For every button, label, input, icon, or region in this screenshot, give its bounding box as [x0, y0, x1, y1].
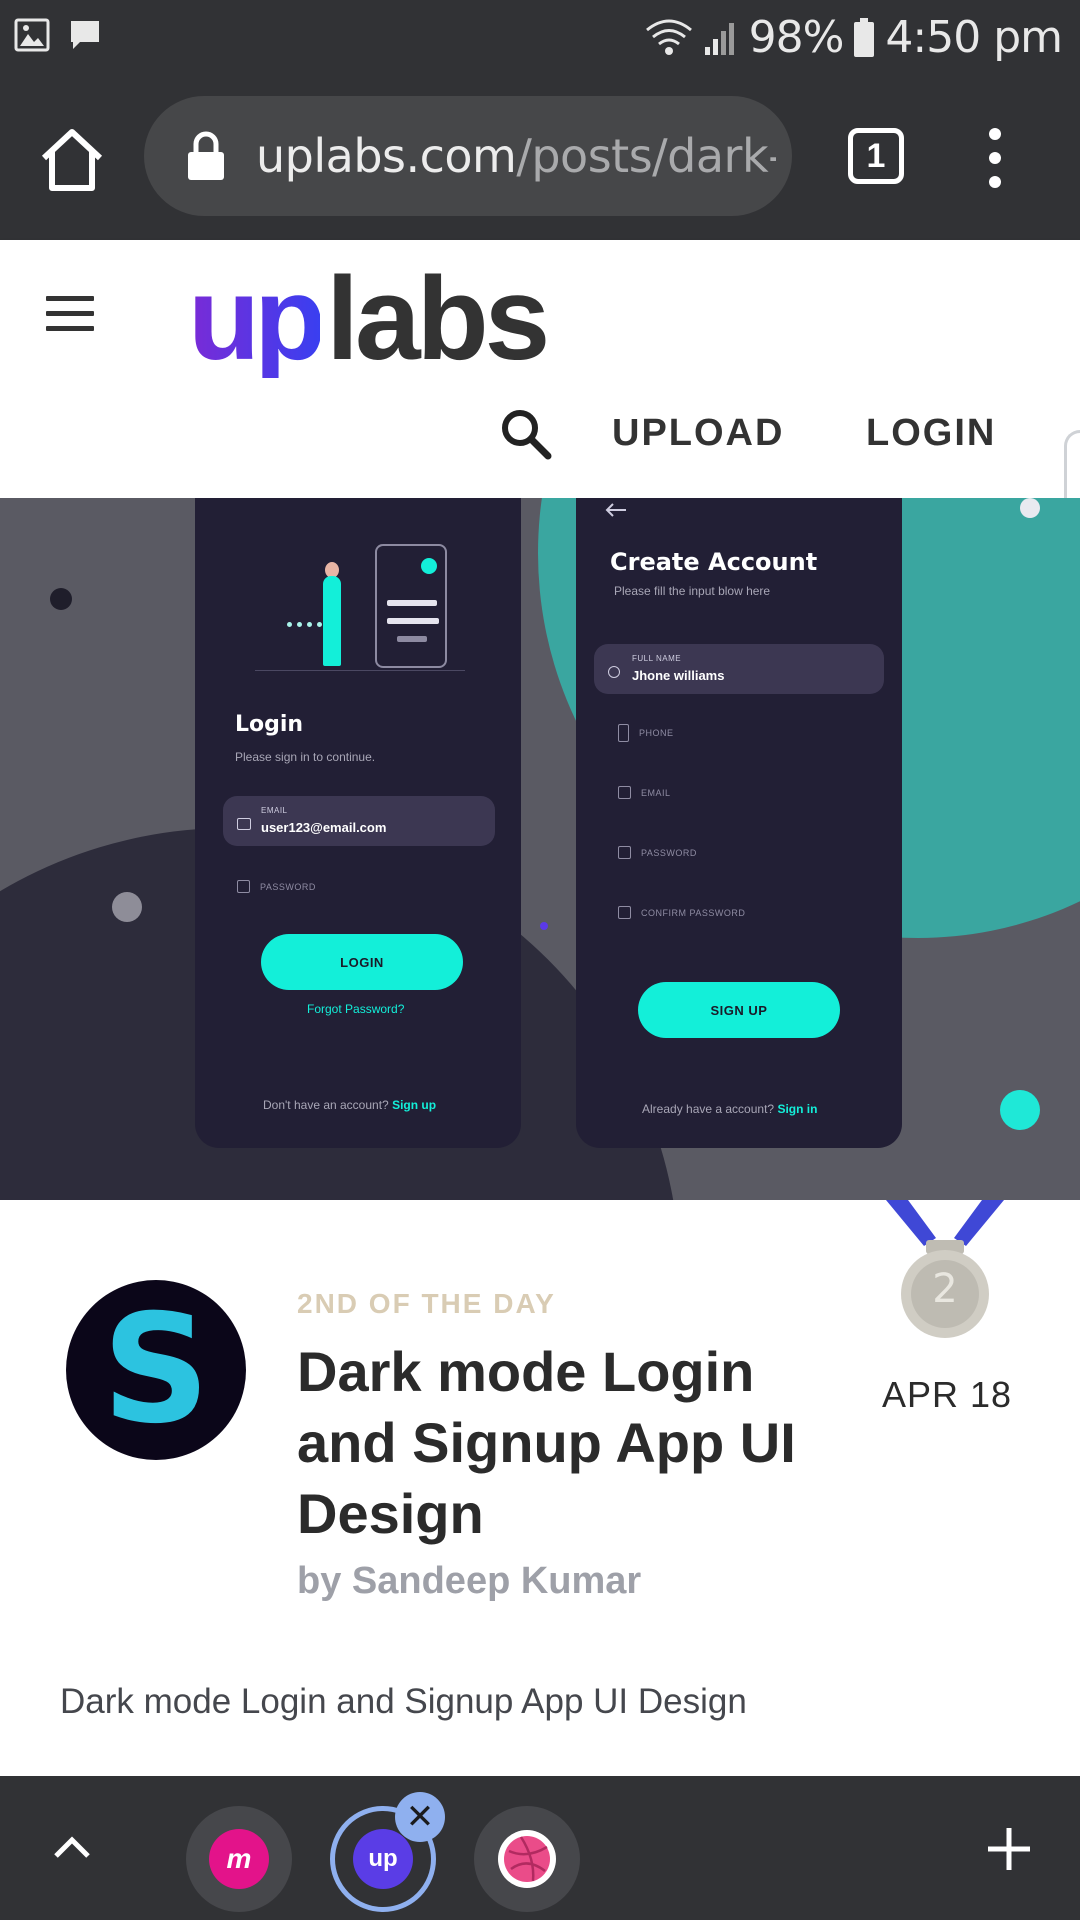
phone-label: PHONE	[639, 728, 674, 738]
post-title: Dark mode Login and Signup App UI Design	[297, 1340, 796, 1545]
nav-upload-link[interactable]: UPLOAD	[612, 412, 784, 455]
status-bar: 98% 4:50 pm	[0, 0, 1080, 80]
close-symbol: ✕	[405, 1798, 435, 1836]
bottom-tab-bar: m up ✕	[0, 1776, 1080, 1920]
person-icon	[608, 666, 620, 678]
illustration-person	[323, 576, 341, 666]
forgot-password-link: Forgot Password?	[307, 1002, 405, 1016]
email-value: user123@email.com	[261, 820, 387, 835]
signup-footer-text: Already have a account?	[642, 1102, 775, 1116]
fullname-field: FULL NAME Jhone williams	[594, 644, 884, 694]
lock-icon	[188, 131, 224, 180]
illustration-ground	[255, 670, 465, 671]
post-date: APR 18	[882, 1374, 1013, 1415]
close-icon[interactable]: ✕	[395, 1792, 445, 1842]
lock-icon	[237, 880, 250, 893]
logo-labs: labs	[326, 253, 550, 385]
decor-dot	[50, 588, 72, 610]
email-field: EMAIL	[618, 786, 671, 799]
marvel-icon: m	[209, 1829, 269, 1889]
phone-field: PHONE	[618, 724, 674, 742]
rank-label: 2ND OF THE DAY	[297, 1288, 556, 1319]
search-icon[interactable]	[498, 406, 554, 462]
signup-screen-mockup: Create Account Please fill the input blo…	[576, 498, 902, 1148]
url-domain: uplabs.com	[256, 129, 517, 183]
password-label: PASSWORD	[260, 881, 316, 892]
site-header: up labs UPLOAD LOGIN	[0, 240, 1080, 498]
signup-email-label: EMAIL	[641, 787, 671, 798]
tab-dribbble[interactable]	[474, 1806, 580, 1912]
nav-login-link[interactable]: LOGIN	[866, 412, 996, 455]
logo-up: up	[188, 253, 326, 385]
fullname-value: Jhone williams	[632, 668, 725, 683]
signin-link: Sign in	[777, 1102, 818, 1116]
author-avatar[interactable]: S	[66, 1280, 246, 1460]
uplabs-logo[interactable]: up labs	[188, 253, 550, 385]
lock-icon	[618, 846, 631, 859]
tab-marvel[interactable]: m	[186, 1806, 292, 1912]
fullname-label: FULL NAME	[632, 654, 682, 663]
signup-button: SIGN UP	[638, 982, 840, 1038]
browser-toolbar: uplabs.com/posts/dark- 1	[0, 80, 1080, 240]
tabs-icon[interactable]: 1	[848, 128, 904, 184]
phone-icon	[618, 724, 629, 742]
clock: 4:50 pm	[885, 12, 1063, 63]
url-text[interactable]: uplabs.com/posts/dark-	[256, 129, 776, 183]
email-label: EMAIL	[261, 806, 288, 815]
battery-icon	[854, 17, 875, 57]
signup-subtitle: Please fill the input blow here	[614, 584, 771, 598]
login-footer-text: Don't have an account?	[263, 1098, 389, 1112]
decor-dot	[540, 922, 548, 930]
login-footer: Don't have an account? Sign up	[263, 1098, 436, 1112]
tab-m-label: m	[226, 1843, 252, 1874]
signup-password-label: PASSWORD	[641, 847, 697, 858]
post-author[interactable]: by Sandeep Kumar	[297, 1560, 641, 1603]
login-subtitle: Please sign in to continue.	[235, 750, 376, 764]
tab-count: 1	[866, 136, 886, 175]
chevron-up-icon[interactable]	[50, 1826, 94, 1870]
battery-percent: 98%	[748, 12, 845, 63]
tab-up-label: up	[368, 1845, 398, 1872]
confirm-password-label: CONFIRM PASSWORD	[641, 907, 746, 918]
avatar-letter: S	[101, 1283, 211, 1457]
new-tab-plus-icon[interactable]	[984, 1824, 1034, 1874]
post-description: Dark mode Login and Signup App UI Design	[60, 1682, 747, 1721]
decor-dot	[112, 892, 142, 922]
home-icon[interactable]	[36, 124, 108, 196]
dribbble-icon	[498, 1830, 556, 1888]
lock-icon	[618, 906, 631, 919]
image-icon	[14, 18, 50, 52]
login-email-field: EMAIL user123@email.com	[223, 796, 495, 846]
login-button: LOGIN	[261, 934, 463, 990]
signal-icon	[704, 22, 734, 55]
signup-link: Sign up	[392, 1098, 437, 1112]
mail-icon	[618, 786, 631, 799]
password-field: PASSWORD	[618, 846, 697, 859]
decor-dot	[1020, 498, 1040, 518]
hamburger-menu-icon[interactable]	[46, 296, 94, 332]
url-bar[interactable]: uplabs.com/posts/dark-	[144, 96, 792, 216]
illustration-dots	[287, 622, 322, 627]
hero-preview-image: Login Please sign in to continue. EMAIL …	[0, 498, 1080, 1200]
login-password-field: PASSWORD	[237, 880, 316, 893]
login-title: Login	[235, 712, 304, 737]
wifi-icon	[645, 19, 692, 55]
back-arrow-icon	[605, 503, 626, 517]
uplabs-icon: up	[353, 1829, 413, 1889]
signup-footer: Already have a account? Sign in	[642, 1102, 817, 1116]
decor-dot	[1000, 1090, 1040, 1130]
more-vert-icon[interactable]	[980, 126, 1010, 190]
signup-title: Create Account	[610, 548, 818, 576]
medal-number: 2	[932, 1266, 958, 1312]
confirm-password-field: CONFIRM PASSWORD	[618, 906, 745, 919]
chat-icon	[71, 21, 99, 49]
illustration-phone	[375, 544, 447, 668]
url-path: /posts/dark-	[516, 129, 776, 183]
mail-icon	[237, 818, 251, 830]
login-screen-mockup: Login Please sign in to continue. EMAIL …	[195, 498, 521, 1148]
